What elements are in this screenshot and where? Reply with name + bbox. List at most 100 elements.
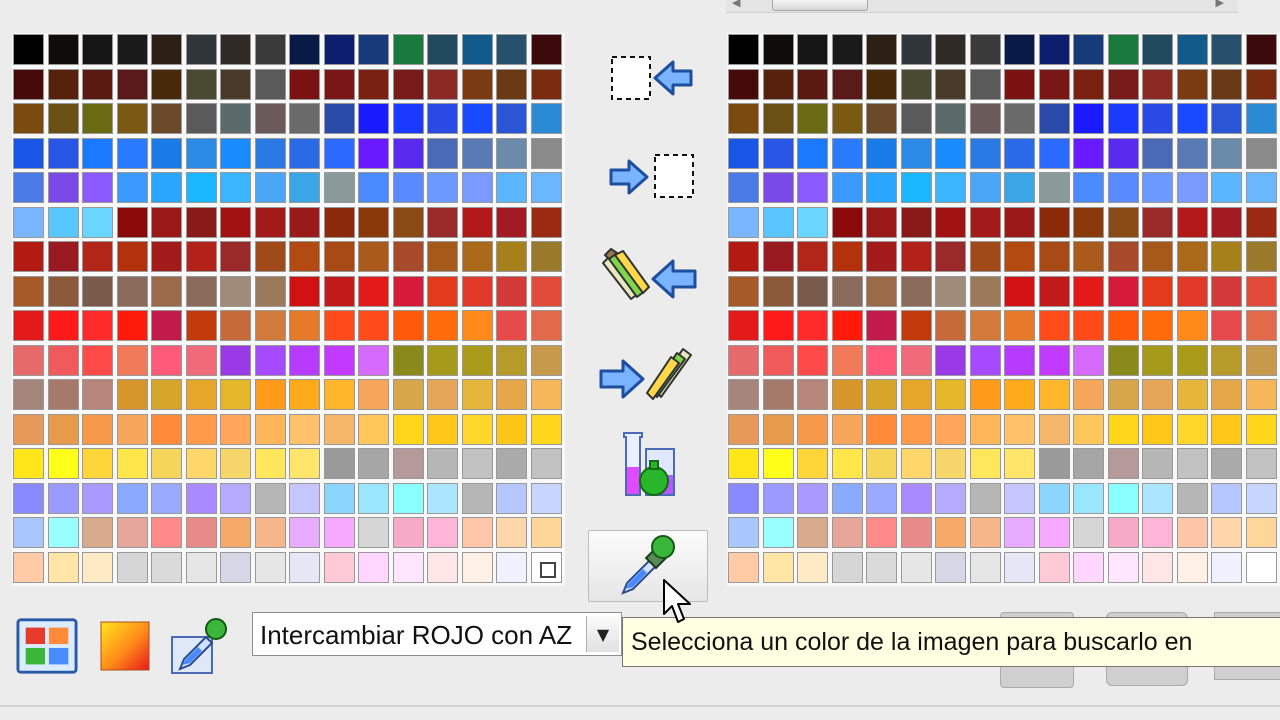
color-swatch[interactable] — [186, 379, 217, 410]
color-swatch[interactable] — [289, 414, 320, 445]
color-swatch[interactable] — [970, 241, 1001, 272]
color-swatch[interactable] — [13, 138, 44, 169]
color-swatch[interactable] — [901, 241, 932, 272]
color-swatch[interactable] — [48, 345, 79, 376]
color-swatch[interactable] — [186, 448, 217, 479]
color-swatch[interactable] — [151, 276, 182, 307]
color-swatch[interactable] — [763, 414, 794, 445]
color-swatch[interactable] — [1073, 172, 1104, 203]
color-swatch[interactable] — [970, 552, 1001, 583]
color-swatch[interactable] — [1246, 379, 1277, 410]
color-swatch[interactable] — [1211, 379, 1242, 410]
color-swatch[interactable] — [1073, 276, 1104, 307]
color-swatch[interactable] — [496, 310, 527, 341]
color-swatch[interactable] — [866, 207, 897, 238]
color-swatch[interactable] — [393, 448, 424, 479]
color-swatch[interactable] — [1177, 483, 1208, 514]
color-swatch[interactable] — [13, 345, 44, 376]
color-swatch[interactable] — [1211, 448, 1242, 479]
color-swatch[interactable] — [427, 276, 458, 307]
color-swatch[interactable] — [970, 379, 1001, 410]
color-swatch[interactable] — [255, 276, 286, 307]
color-swatch[interactable] — [1108, 138, 1139, 169]
color-swatch[interactable] — [763, 138, 794, 169]
color-swatch[interactable] — [970, 414, 1001, 445]
color-swatch[interactable] — [324, 172, 355, 203]
color-swatch[interactable] — [935, 448, 966, 479]
color-swatch[interactable] — [1004, 34, 1035, 65]
color-swatch[interactable] — [728, 241, 759, 272]
color-swatch[interactable] — [1142, 69, 1173, 100]
color-swatch[interactable] — [427, 69, 458, 100]
color-swatch[interactable] — [462, 310, 493, 341]
color-swatch[interactable] — [289, 172, 320, 203]
color-swatch[interactable] — [186, 517, 217, 548]
color-swatch[interactable] — [866, 379, 897, 410]
color-swatch[interactable] — [117, 172, 148, 203]
color-swatch[interactable] — [462, 379, 493, 410]
color-swatch[interactable] — [255, 207, 286, 238]
color-swatch[interactable] — [220, 345, 251, 376]
color-swatch[interactable] — [832, 276, 863, 307]
color-swatch[interactable] — [797, 276, 828, 307]
color-swatch[interactable] — [13, 207, 44, 238]
color-swatch[interactable] — [82, 103, 113, 134]
color-swatch[interactable] — [1211, 276, 1242, 307]
color-swatch[interactable] — [1211, 414, 1242, 445]
color-swatch[interactable] — [797, 69, 828, 100]
color-swatch[interactable] — [970, 69, 1001, 100]
color-swatch[interactable] — [186, 483, 217, 514]
color-swatch[interactable] — [255, 69, 286, 100]
color-swatch[interactable] — [1142, 483, 1173, 514]
color-swatch[interactable] — [1039, 448, 1070, 479]
color-swatch[interactable] — [358, 69, 389, 100]
color-swatch[interactable] — [393, 552, 424, 583]
color-swatch[interactable] — [462, 138, 493, 169]
color-swatch[interactable] — [901, 207, 932, 238]
color-swatch[interactable] — [728, 34, 759, 65]
color-swatch[interactable] — [151, 483, 182, 514]
color-swatch[interactable] — [935, 483, 966, 514]
color-swatch[interactable] — [82, 517, 113, 548]
color-swatch[interactable] — [1177, 414, 1208, 445]
color-swatch[interactable] — [255, 34, 286, 65]
color-swatch[interactable] — [324, 414, 355, 445]
color-swatch[interactable] — [255, 552, 286, 583]
color-swatch[interactable] — [866, 517, 897, 548]
color-swatch[interactable] — [324, 379, 355, 410]
color-swatch[interactable] — [1211, 345, 1242, 376]
color-swatch[interactable] — [220, 276, 251, 307]
color-swatch[interactable] — [186, 34, 217, 65]
color-swatch[interactable] — [82, 69, 113, 100]
color-swatch[interactable] — [832, 241, 863, 272]
color-swatch[interactable] — [427, 483, 458, 514]
color-swatch[interactable] — [866, 345, 897, 376]
color-swatch[interactable] — [935, 103, 966, 134]
color-swatch[interactable] — [117, 69, 148, 100]
color-swatch[interactable] — [1211, 172, 1242, 203]
color-swatch[interactable] — [324, 138, 355, 169]
color-swatch[interactable] — [901, 138, 932, 169]
color-swatch[interactable] — [117, 138, 148, 169]
color-swatch[interactable] — [728, 552, 759, 583]
color-swatch[interactable] — [797, 345, 828, 376]
color-swatch[interactable] — [324, 310, 355, 341]
color-swatch[interactable] — [1073, 69, 1104, 100]
color-swatch[interactable] — [427, 345, 458, 376]
color-swatch[interactable] — [866, 448, 897, 479]
color-swatch[interactable] — [255, 517, 286, 548]
color-swatch[interactable] — [1177, 517, 1208, 548]
color-swatch[interactable] — [1073, 241, 1104, 272]
color-swatch[interactable] — [358, 310, 389, 341]
color-swatch[interactable] — [763, 517, 794, 548]
color-swatch[interactable] — [48, 69, 79, 100]
color-swatch[interactable] — [797, 310, 828, 341]
color-swatch[interactable] — [151, 241, 182, 272]
color-swatch[interactable] — [531, 34, 562, 65]
color-swatch[interactable] — [763, 34, 794, 65]
color-swatch[interactable] — [763, 448, 794, 479]
color-swatch[interactable] — [220, 379, 251, 410]
color-swatch[interactable] — [531, 448, 562, 479]
color-swatch[interactable] — [1177, 310, 1208, 341]
color-swatch[interactable] — [728, 448, 759, 479]
